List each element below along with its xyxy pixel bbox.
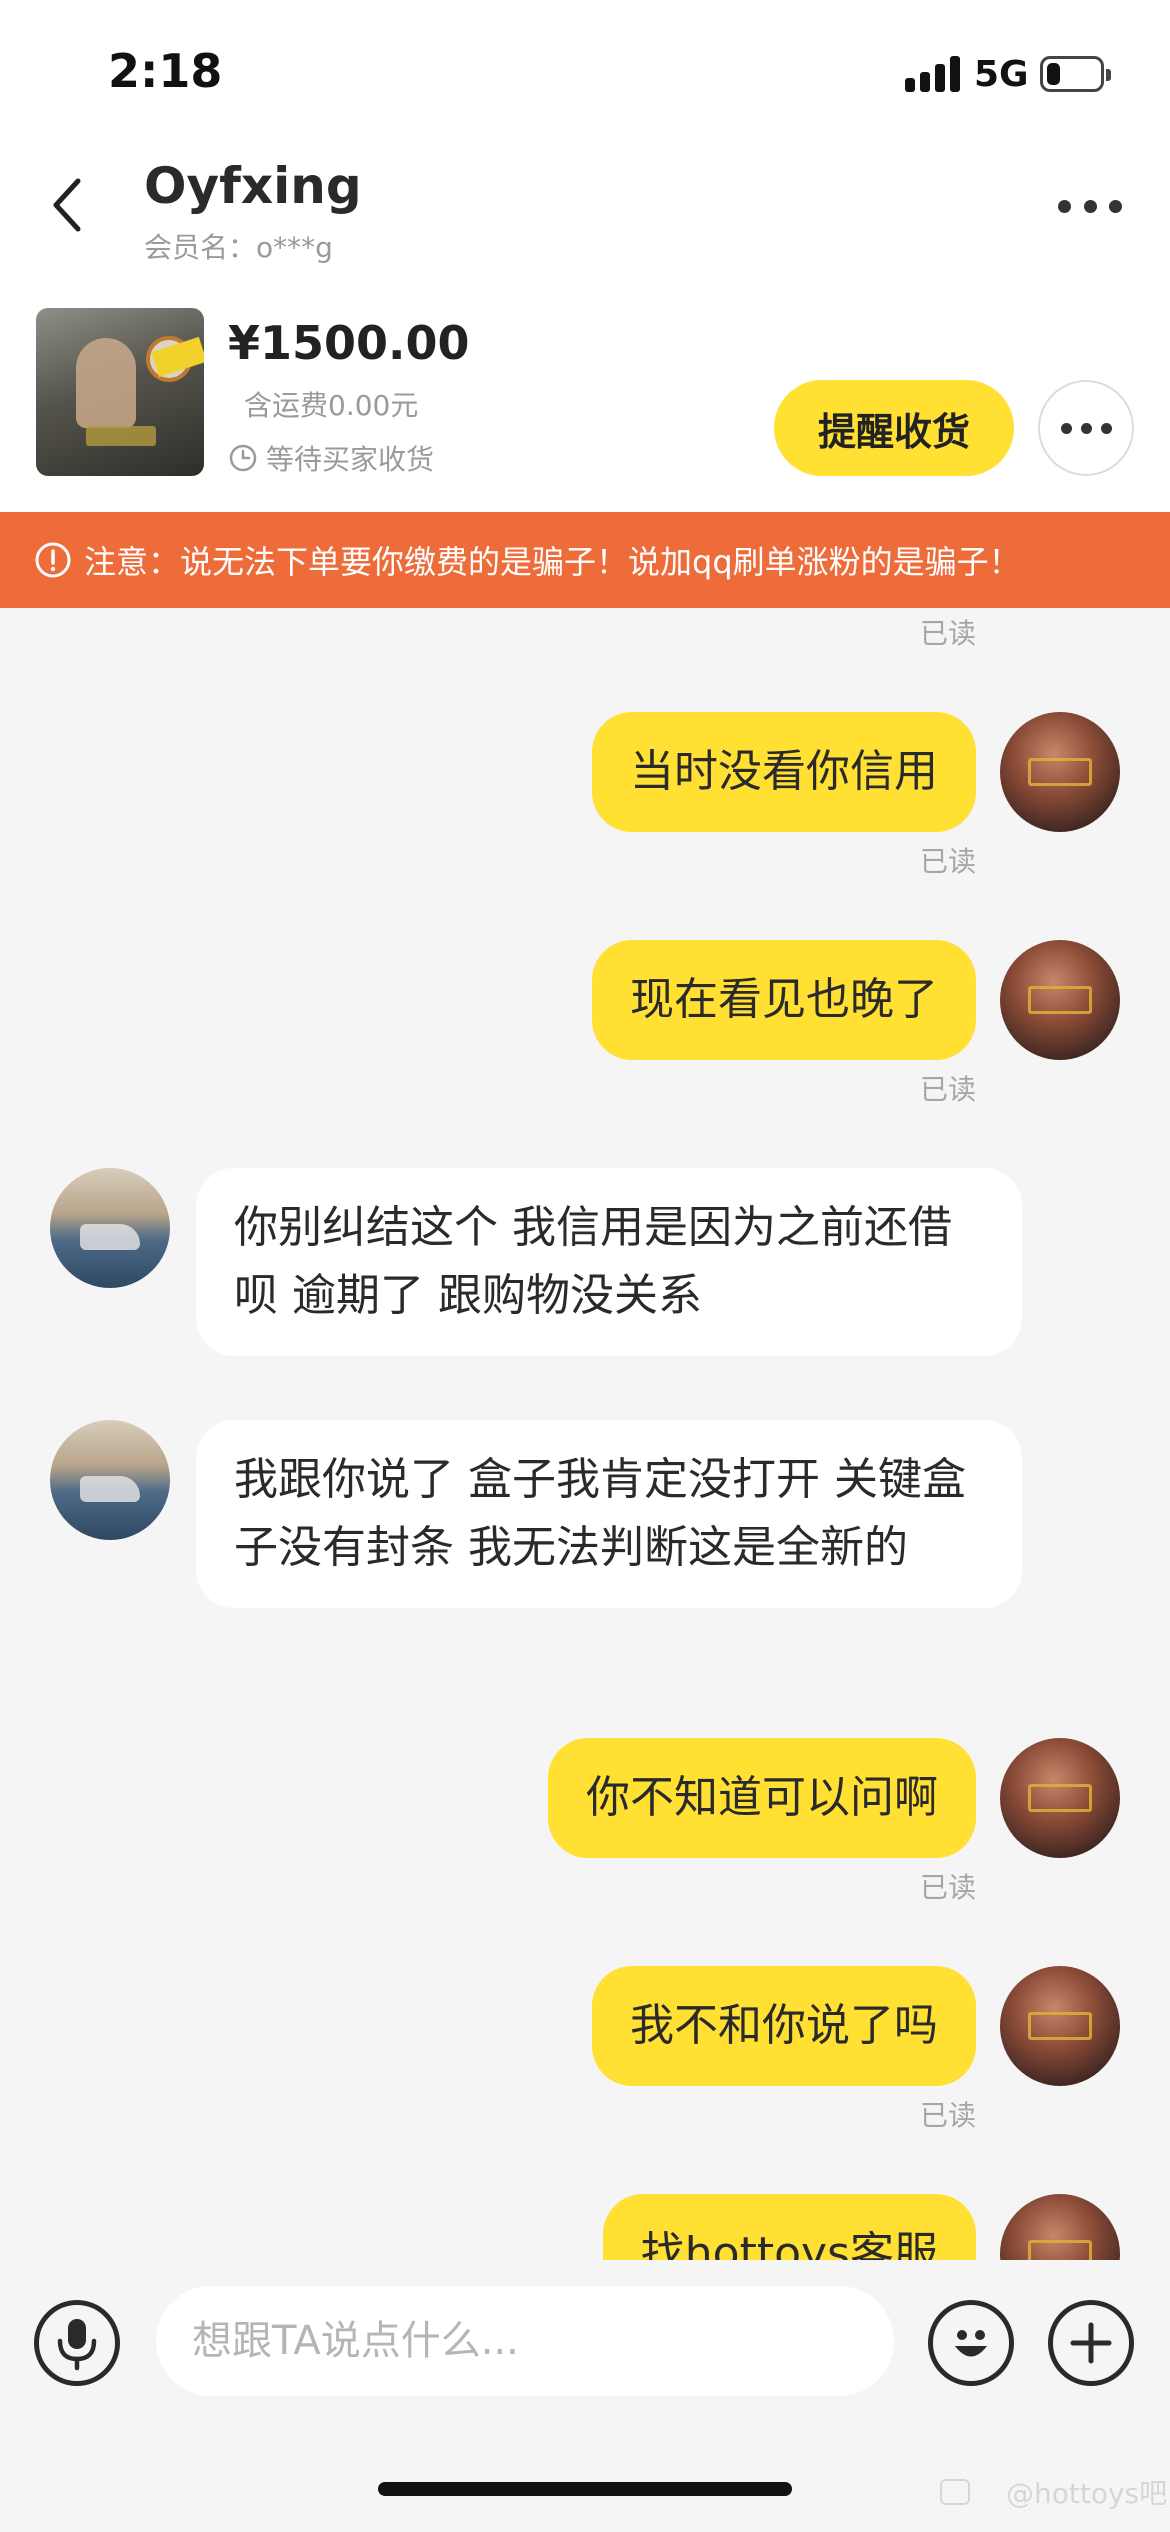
read-status: 已读 [919, 617, 976, 650]
signal-icon [905, 56, 961, 92]
contact-avatar[interactable] [50, 1420, 170, 1540]
message-input[interactable] [156, 2286, 894, 2396]
message-bubble-sent[interactable]: 当时没看你信用 [592, 712, 976, 832]
watermark-icon [940, 2479, 970, 2505]
message-bubble-sent[interactable]: 现在看见也晚了 [592, 940, 976, 1060]
my-avatar[interactable] [1000, 2194, 1120, 2260]
read-status: 已读 [919, 845, 976, 878]
chat-title: Oyfxing [144, 157, 362, 215]
plus-icon [1070, 2322, 1112, 2364]
my-avatar[interactable] [1000, 1738, 1120, 1858]
smiley-icon [955, 2330, 987, 2357]
remind-receipt-button[interactable]: 提醒收货 [774, 380, 1014, 476]
dot-icon [1080, 422, 1092, 434]
home-indicator[interactable] [378, 2482, 792, 2496]
dot-icon [1109, 199, 1122, 213]
chevron-left-icon [53, 178, 81, 232]
battery-level [1047, 63, 1060, 85]
my-avatar[interactable] [1000, 1966, 1120, 2086]
product-price: ¥1500.00 [228, 316, 470, 370]
product-thumbnail[interactable] [36, 308, 204, 476]
watermark: @hottoys吧 [940, 2472, 1167, 2512]
back-button[interactable] [38, 170, 98, 240]
order-status-text: 等待买家收货 [266, 443, 435, 476]
order-status: 等待买家收货 [228, 438, 434, 478]
voice-button[interactable] [34, 2300, 120, 2386]
dot-icon [1058, 199, 1071, 213]
dot-icon [1083, 199, 1097, 213]
message-list[interactable]: 已读 当时没看你信用 已读 现在看见也晚了 已读 你别纠结这个 我信用是因为之前… [0, 608, 1170, 2260]
product-more-button[interactable] [1038, 380, 1134, 476]
contact-avatar[interactable] [50, 1168, 170, 1288]
more-options-button[interactable] [1050, 186, 1130, 226]
message-bubble-received[interactable]: 我跟你说了 盒子我肯定没打开 关键盒子没有封条 我无法判断这是全新的 [196, 1420, 1022, 1608]
warning-text: 注意：说无法下单要你缴费的是骗子！说加qq刷单涨粉的是骗子！ [84, 543, 1021, 581]
warning-banner: 注意：说无法下单要你缴费的是骗子！说加qq刷单涨粉的是骗子！ [0, 512, 1170, 608]
clock-icon [229, 444, 257, 472]
message-bubble-sent[interactable]: 你不知道可以问啊 [548, 1738, 976, 1858]
battery-icon [1040, 56, 1111, 92]
my-avatar[interactable] [1000, 940, 1120, 1060]
read-status: 已读 [919, 1073, 976, 1106]
dot-icon [1100, 422, 1112, 434]
member-name: 会员名：o***g [144, 231, 333, 264]
read-status: 已读 [919, 1871, 976, 1904]
shipping-fee: 含运费0.00元 [244, 389, 419, 422]
microphone-icon [57, 2319, 97, 2371]
network-label: 5G [974, 54, 1029, 95]
input-bar: @hottoys吧 [0, 2260, 1170, 2532]
watermark-text: @hottoys吧 [1006, 2477, 1168, 2510]
message-bubble-sent[interactable]: 我不和你说了吗 [592, 1966, 976, 2086]
top-panel: 2:18 5G Oyfxing 会员名：o***g ¥1500.00 含运费0.… [0, 0, 1170, 512]
plus-button[interactable] [1048, 2300, 1134, 2386]
message-bubble-received[interactable]: 你别纠结这个 我信用是因为之前还借呗 逾期了 跟购物没关系 [196, 1168, 1022, 1356]
read-status: 已读 [919, 2099, 976, 2132]
my-avatar[interactable] [1000, 712, 1120, 832]
message-bubble-sent[interactable]: 找hottoys客服 [602, 2194, 976, 2260]
alert-circle-icon [35, 542, 71, 578]
emoji-button[interactable] [928, 2300, 1014, 2386]
dot-icon [1060, 422, 1072, 434]
status-time: 2:18 [108, 44, 223, 98]
